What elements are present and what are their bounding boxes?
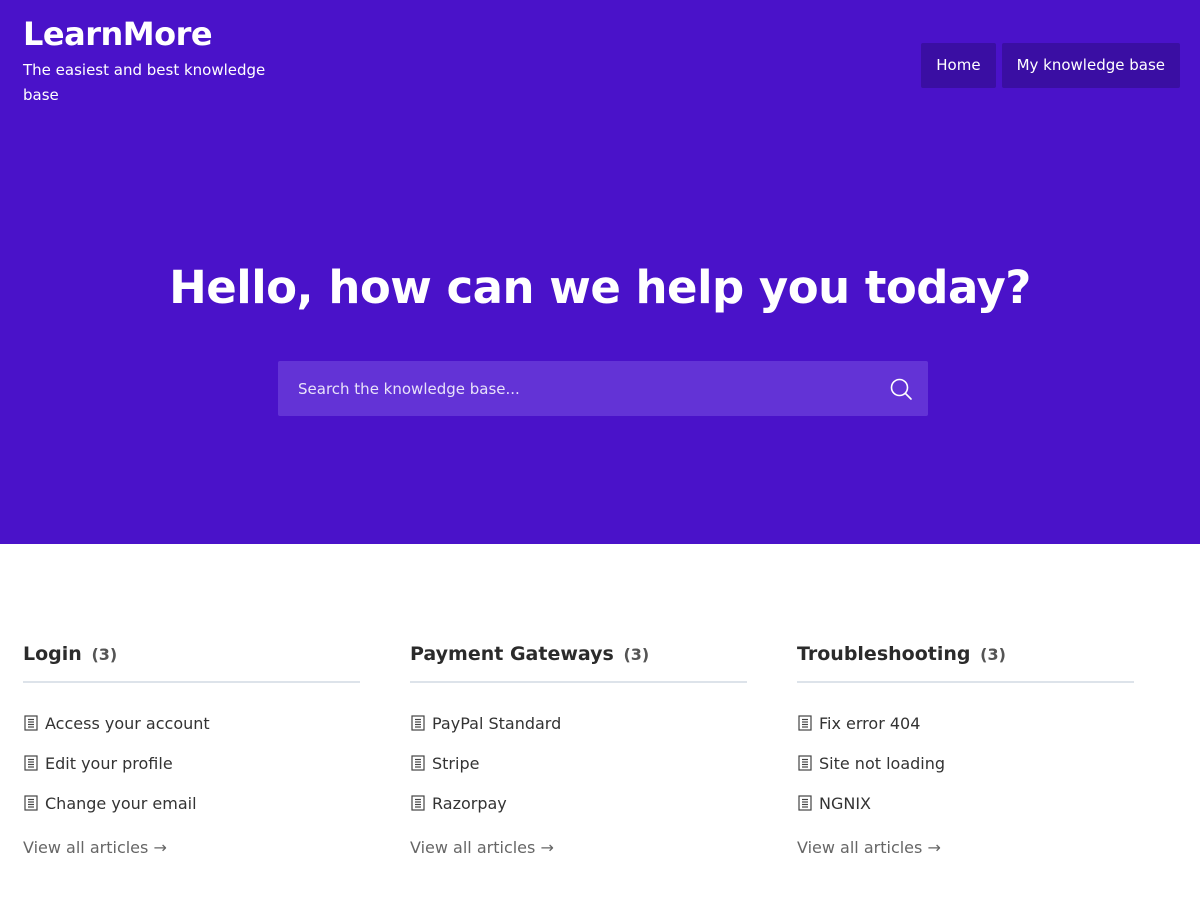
category-count: (3) xyxy=(980,645,1006,664)
document-icon xyxy=(411,715,425,731)
article-title[interactable]: Edit your profile xyxy=(45,754,173,773)
top-nav: Home My knowledge base xyxy=(921,43,1180,88)
category-title-link[interactable]: Payment Gateways xyxy=(410,643,614,665)
document-icon xyxy=(798,755,812,771)
article-list: Access your account Edit your profile Ch… xyxy=(23,703,360,823)
article-title[interactable]: Site not loading xyxy=(819,754,945,773)
document-icon xyxy=(24,795,38,811)
article-title[interactable]: Access your account xyxy=(45,714,210,733)
article-link[interactable]: Edit your profile xyxy=(23,743,360,783)
document-icon xyxy=(24,715,38,731)
article-link[interactable]: Stripe xyxy=(410,743,747,783)
article-title[interactable]: Stripe xyxy=(432,754,479,773)
category-grid: Login (3) Access your account Edit your … xyxy=(23,640,1134,857)
article-title[interactable]: Razorpay xyxy=(432,794,507,813)
search-button[interactable] xyxy=(873,361,928,416)
article-list: PayPal Standard Stripe Razorpay xyxy=(410,703,747,823)
category-heading: Payment Gateways (3) xyxy=(410,640,747,683)
category-heading: Troubleshooting (3) xyxy=(797,640,1134,683)
document-icon xyxy=(411,795,425,811)
article-title[interactable]: NGNIX xyxy=(819,794,871,813)
hero-section: LearnMore The easiest and best knowledge… xyxy=(0,0,1200,544)
category-title-link[interactable]: Troubleshooting xyxy=(797,643,971,665)
site-tagline: The easiest and best knowledge base xyxy=(23,61,266,104)
category-login: Login (3) Access your account Edit your … xyxy=(23,640,360,857)
view-all-articles-link[interactable]: View all articles → xyxy=(797,838,941,857)
site-title[interactable]: LearnMore xyxy=(23,14,303,54)
article-link[interactable]: Site not loading xyxy=(797,743,1134,783)
article-link[interactable]: Fix error 404 xyxy=(797,703,1134,743)
article-link[interactable]: Access your account xyxy=(23,703,360,743)
article-link[interactable]: Change your email xyxy=(23,783,360,823)
hero-heading: Hello, how can we help you today? xyxy=(169,261,1031,314)
document-icon xyxy=(798,715,812,731)
category-count: (3) xyxy=(623,645,650,664)
view-all-articles-link[interactable]: View all articles → xyxy=(410,838,554,857)
category-heading: Login (3) xyxy=(23,640,360,683)
category-payment-gateways: Payment Gateways (3) PayPal Standard Str… xyxy=(410,640,747,857)
category-title-link[interactable]: Login xyxy=(23,643,82,665)
category-troubleshooting: Troubleshooting (3) Fix error 404 Site n… xyxy=(797,640,1134,857)
article-list: Fix error 404 Site not loading NGNIX xyxy=(797,703,1134,823)
article-link[interactable]: Razorpay xyxy=(410,783,747,823)
nav-home-link[interactable]: Home xyxy=(921,43,996,88)
document-icon xyxy=(798,795,812,811)
nav-my-knowledge-base-link[interactable]: My knowledge base xyxy=(1001,43,1180,88)
search-input[interactable] xyxy=(278,361,873,416)
search-form xyxy=(278,361,928,416)
brand: LearnMore The easiest and best knowledge… xyxy=(23,14,303,108)
article-title[interactable]: PayPal Standard xyxy=(432,714,561,733)
search-icon xyxy=(890,378,912,400)
article-title[interactable]: Fix error 404 xyxy=(819,714,920,733)
view-all-articles-link[interactable]: View all articles → xyxy=(23,838,167,857)
document-icon xyxy=(24,755,38,771)
category-count: (3) xyxy=(91,645,118,664)
article-link[interactable]: PayPal Standard xyxy=(410,703,747,743)
article-title[interactable]: Change your email xyxy=(45,794,197,813)
article-link[interactable]: NGNIX xyxy=(797,783,1134,823)
document-icon xyxy=(411,755,425,771)
